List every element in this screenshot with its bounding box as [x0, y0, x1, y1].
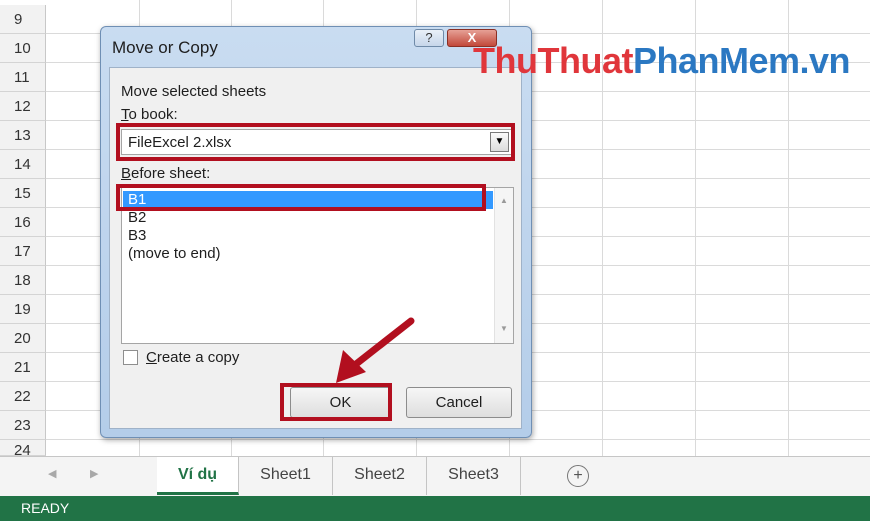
- to-book-label-text: o book:: [128, 106, 178, 123]
- sheet-tab-bar: ◀ ▶ Ví dụ Sheet1 Sheet2 Sheet3 +: [0, 456, 870, 496]
- sheet-tab-sheet3[interactable]: Sheet3: [427, 457, 521, 495]
- row-header[interactable]: 20: [0, 324, 46, 353]
- help-button[interactable]: ?: [414, 29, 444, 47]
- list-item-move-to-end[interactable]: (move to end): [123, 245, 493, 263]
- to-book-access-key: T: [121, 106, 129, 123]
- row-header[interactable]: 10: [0, 34, 46, 63]
- sheet-tab-sheet1[interactable]: Sheet1: [239, 457, 333, 495]
- watermark: ThuThuatPhanMem.vn: [473, 40, 851, 82]
- chevron-down-icon[interactable]: ▼: [490, 132, 509, 152]
- row-gridline: [46, 439, 870, 440]
- listbox-scrollbar[interactable]: ▲ ▼: [494, 188, 513, 343]
- row-header[interactable]: 23: [0, 411, 46, 440]
- to-book-value: FileExcel 2.xlsx: [128, 134, 232, 151]
- row-header[interactable]: 13: [0, 121, 46, 150]
- list-item-b3[interactable]: B3: [123, 227, 493, 245]
- create-copy-label-text: reate a copy: [156, 349, 240, 366]
- row-header[interactable]: 14: [0, 150, 46, 179]
- cancel-button[interactable]: Cancel: [406, 387, 512, 418]
- list-item-b1[interactable]: B1: [123, 191, 493, 209]
- before-sheet-listbox[interactable]: B1 B2 B3 (move to end) ▲ ▼: [121, 187, 514, 344]
- row-header[interactable]: 18: [0, 266, 46, 295]
- create-copy-access-key: C: [146, 349, 157, 366]
- create-copy-checkbox[interactable]: [123, 350, 138, 365]
- create-copy-label[interactable]: Create a copy: [146, 349, 239, 366]
- row-header[interactable]: 11: [0, 63, 46, 92]
- status-bar: READY: [0, 496, 870, 521]
- row-header[interactable]: 17: [0, 237, 46, 266]
- triangle-left-icon[interactable]: ◀: [48, 467, 56, 480]
- watermark-part2: PhanMem: [632, 40, 800, 81]
- watermark-part1: ThuThuat: [473, 40, 633, 81]
- scroll-down-icon[interactable]: ▼: [500, 324, 508, 333]
- move-or-copy-dialog: Move or Copy ? X Move selected sheets To…: [100, 26, 532, 438]
- move-selected-label: Move selected sheets: [121, 83, 267, 100]
- plus-circle-icon[interactable]: +: [567, 465, 589, 487]
- row-header[interactable]: 19: [0, 295, 46, 324]
- sheet-tab-sheet2[interactable]: Sheet2: [333, 457, 427, 495]
- before-sheet-label-text: efore sheet:: [131, 165, 211, 182]
- row-header[interactable]: 12: [0, 92, 46, 121]
- to-book-label: To book:: [121, 106, 178, 123]
- triangle-right-icon[interactable]: ▶: [90, 467, 98, 480]
- before-sheet-label: Before sheet:: [121, 165, 210, 182]
- row-header[interactable]: 22: [0, 382, 46, 411]
- dialog-title: Move or Copy: [112, 38, 218, 57]
- row-header[interactable]: 16: [0, 208, 46, 237]
- row-header[interactable]: 15: [0, 179, 46, 208]
- ok-button[interactable]: OK: [290, 387, 391, 418]
- scroll-up-icon[interactable]: ▲: [500, 196, 508, 205]
- to-book-dropdown[interactable]: FileExcel 2.xlsx ▼: [121, 129, 512, 155]
- sheet-tab-vi-du[interactable]: Ví dụ: [157, 457, 239, 495]
- status-text: READY: [21, 500, 70, 516]
- row-header[interactable]: 9: [0, 5, 46, 34]
- before-sheet-access-key: B: [121, 165, 132, 182]
- list-item-b2[interactable]: B2: [123, 209, 493, 227]
- row-header[interactable]: 24: [0, 440, 46, 456]
- row-header[interactable]: 21: [0, 353, 46, 382]
- dialog-body: Move selected sheets To book: FileExcel …: [109, 67, 522, 429]
- watermark-part3: .vn: [799, 40, 851, 81]
- question-icon: ?: [425, 30, 433, 45]
